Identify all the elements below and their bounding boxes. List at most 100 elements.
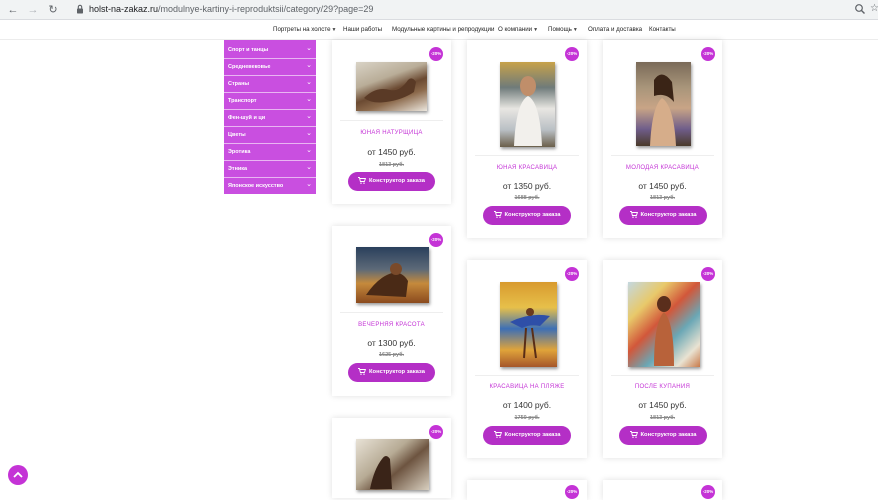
order-constructor-button[interactable]: Конструктор заказа — [348, 172, 435, 191]
sidebar-item-label: Спорт и танцы — [228, 47, 269, 53]
nav-item-modular[interactable]: Модульные картины и репродукции — [392, 26, 494, 33]
product-title[interactable]: ПОСЛЕ КУПАНИЯ — [603, 384, 722, 390]
card-divider — [475, 375, 579, 376]
product-card[interactable]: -20% ВЕЧЕРНЯЯ КРАСОТА от 1300 руб. 1625 … — [332, 226, 451, 396]
product-price: от 1400 руб. — [502, 400, 552, 410]
sidebar-item-label: Японское искусство — [228, 183, 284, 189]
product-card[interactable]: -20% КРАСАВИЦА НА ПЛЯЖЕ от 1400 руб. 175… — [467, 260, 587, 458]
product-card[interactable]: -20% ПОСЛЕ КУПАНИЯ от 1450 руб. 1813 руб… — [603, 260, 722, 458]
sidebar-item-sport[interactable]: Спорт и танцы ⌄ — [224, 42, 316, 59]
product-card[interactable]: -20% — [603, 480, 722, 500]
sidebar-item-label: Средневековье — [228, 64, 271, 70]
sidebar-item-japanese[interactable]: Японское искусство ⌄ — [224, 178, 316, 195]
discount-badge: -20% — [701, 267, 715, 281]
cart-icon — [493, 431, 502, 438]
nav-item-help[interactable]: Помощь▼ — [548, 26, 578, 33]
nav-item-label: О компании — [498, 26, 533, 33]
zoom-icon[interactable] — [854, 3, 866, 15]
product-image[interactable] — [628, 282, 700, 367]
url-host: holst-na-zakaz.ru — [89, 4, 159, 14]
old-price: 1688 руб. — [514, 195, 540, 201]
product-card[interactable]: -20% ЮНАЯ КРАСАВИЦА от 1350 руб. 1688 ру… — [467, 40, 587, 238]
nav-item-about[interactable]: О компании▼ — [498, 26, 538, 33]
nav-item-label: Модульные картины и репродукции — [392, 26, 495, 33]
button-label: Конструктор заказа — [369, 369, 425, 375]
product-price: от 1300 руб. — [367, 338, 416, 348]
sidebar-item-countries[interactable]: Страны ⌄ — [224, 76, 316, 93]
order-constructor-button[interactable]: Конструктор заказа — [619, 206, 707, 225]
product-card[interactable]: -20% МОЛОДАЯ КРАСАВИЦА от 1450 руб. 1813… — [603, 40, 722, 238]
nav-item-portraits[interactable]: Портреты на холсте▼ — [273, 26, 336, 33]
product-price: от 1350 руб. — [502, 181, 552, 191]
button-label: Конструктор заказа — [640, 212, 697, 218]
nav-item-payment[interactable]: Оплата и доставка — [588, 26, 642, 33]
nav-item-label: Наши работы — [343, 26, 383, 33]
product-price: от 1450 руб. — [638, 181, 687, 191]
back-icon[interactable]: ← — [6, 3, 20, 17]
old-price: 1813 руб. — [649, 195, 676, 201]
chevron-down-icon: ▼ — [331, 27, 337, 33]
chevron-down-icon: ⌄ — [306, 79, 312, 86]
sidebar-item-erotica[interactable]: Эротика ⌄ — [224, 144, 316, 161]
cart-icon — [358, 368, 367, 375]
button-label: Конструктор заказа — [640, 432, 697, 438]
order-constructor-button[interactable]: Конструктор заказа — [348, 363, 435, 382]
product-card[interactable]: -20% ЮНАЯ НАТУРЩИЦА от 1450 руб. 1813 ру… — [332, 40, 451, 204]
nav-item-contacts[interactable]: Контакты — [649, 26, 676, 33]
sidebar-item-flowers[interactable]: Цветы ⌄ — [224, 127, 316, 144]
sidebar-item-fengshui[interactable]: Фен-шуй и ци ⌄ — [224, 110, 316, 127]
url-text[interactable]: holst-na-zakaz.ru/modulnye-kartiny-i-rep… — [89, 4, 373, 14]
cart-icon — [629, 211, 638, 218]
cart-icon — [629, 431, 638, 438]
button-label: Конструктор заказа — [504, 432, 561, 438]
sidebar-item-label: Эротика — [228, 149, 251, 155]
old-price: 1813 руб. — [649, 415, 676, 421]
chevron-down-icon: ⌄ — [306, 181, 312, 188]
product-price: от 1450 руб. — [638, 400, 687, 410]
product-title[interactable]: ЮНАЯ КРАСАВИЦА — [467, 165, 587, 171]
chevron-down-icon: ▼ — [533, 27, 539, 33]
browser-toolbar: ← → ↻ holst-na-zakaz.ru/modulnye-kartiny… — [0, 0, 878, 20]
product-image[interactable] — [500, 282, 557, 367]
sidebar-item-transport[interactable]: Транспорт ⌄ — [224, 93, 316, 110]
chevron-down-icon: ⌄ — [306, 45, 312, 52]
reload-icon[interactable]: ↻ — [46, 3, 60, 17]
url-path: /modulnye-kartiny-i-reproduktsii/categor… — [158, 4, 374, 14]
product-image[interactable] — [356, 247, 429, 303]
order-constructor-button[interactable]: Конструктор заказа — [483, 426, 571, 445]
button-label: Конструктор заказа — [504, 212, 561, 218]
product-card[interactable]: -20% — [332, 418, 451, 498]
discount-badge: -20% — [429, 47, 443, 61]
sidebar-item-ethnic[interactable]: Этника ⌄ — [224, 161, 316, 178]
product-title[interactable]: ВЕЧЕРНЯЯ КРАСОТА — [332, 322, 451, 328]
product-image[interactable] — [356, 439, 429, 490]
chevron-down-icon: ⌄ — [306, 62, 312, 69]
forward-icon[interactable]: → — [26, 3, 40, 17]
chevron-down-icon: ⌄ — [306, 164, 312, 171]
bookmark-star-icon[interactable]: ☆ — [870, 3, 878, 15]
site-top-nav: Портреты на холсте▼ Наши работы Модульны… — [0, 20, 878, 40]
product-title[interactable]: МОЛОДАЯ КРАСАВИЦА — [603, 165, 722, 171]
nav-item-works[interactable]: Наши работы — [343, 26, 382, 33]
order-constructor-button[interactable]: Конструктор заказа — [483, 206, 571, 225]
product-card[interactable]: -20% — [467, 480, 587, 500]
nav-item-label: Портреты на холсте — [273, 26, 331, 33]
discount-badge: -20% — [701, 47, 715, 61]
product-title[interactable]: КРАСАВИЦА НА ПЛЯЖЕ — [467, 384, 587, 390]
discount-badge: -20% — [429, 233, 443, 247]
product-image[interactable] — [636, 62, 691, 146]
order-constructor-button[interactable]: Конструктор заказа — [619, 426, 707, 445]
sidebar-item-medieval[interactable]: Средневековье ⌄ — [224, 59, 316, 76]
chevron-down-icon: ⌄ — [306, 130, 312, 137]
scroll-to-top-button[interactable] — [8, 465, 28, 485]
discount-badge: -20% — [565, 485, 579, 499]
product-image[interactable] — [500, 62, 555, 147]
product-title[interactable]: ЮНАЯ НАТУРЩИЦА — [332, 130, 451, 136]
product-image[interactable] — [356, 62, 427, 111]
sidebar-item-label: Цветы — [228, 132, 246, 138]
card-divider — [475, 155, 579, 156]
chevron-down-icon: ⌄ — [306, 113, 312, 120]
chevron-up-icon — [13, 471, 23, 478]
product-price: от 1450 руб. — [367, 147, 416, 157]
old-price: 1813 руб. — [378, 162, 405, 168]
